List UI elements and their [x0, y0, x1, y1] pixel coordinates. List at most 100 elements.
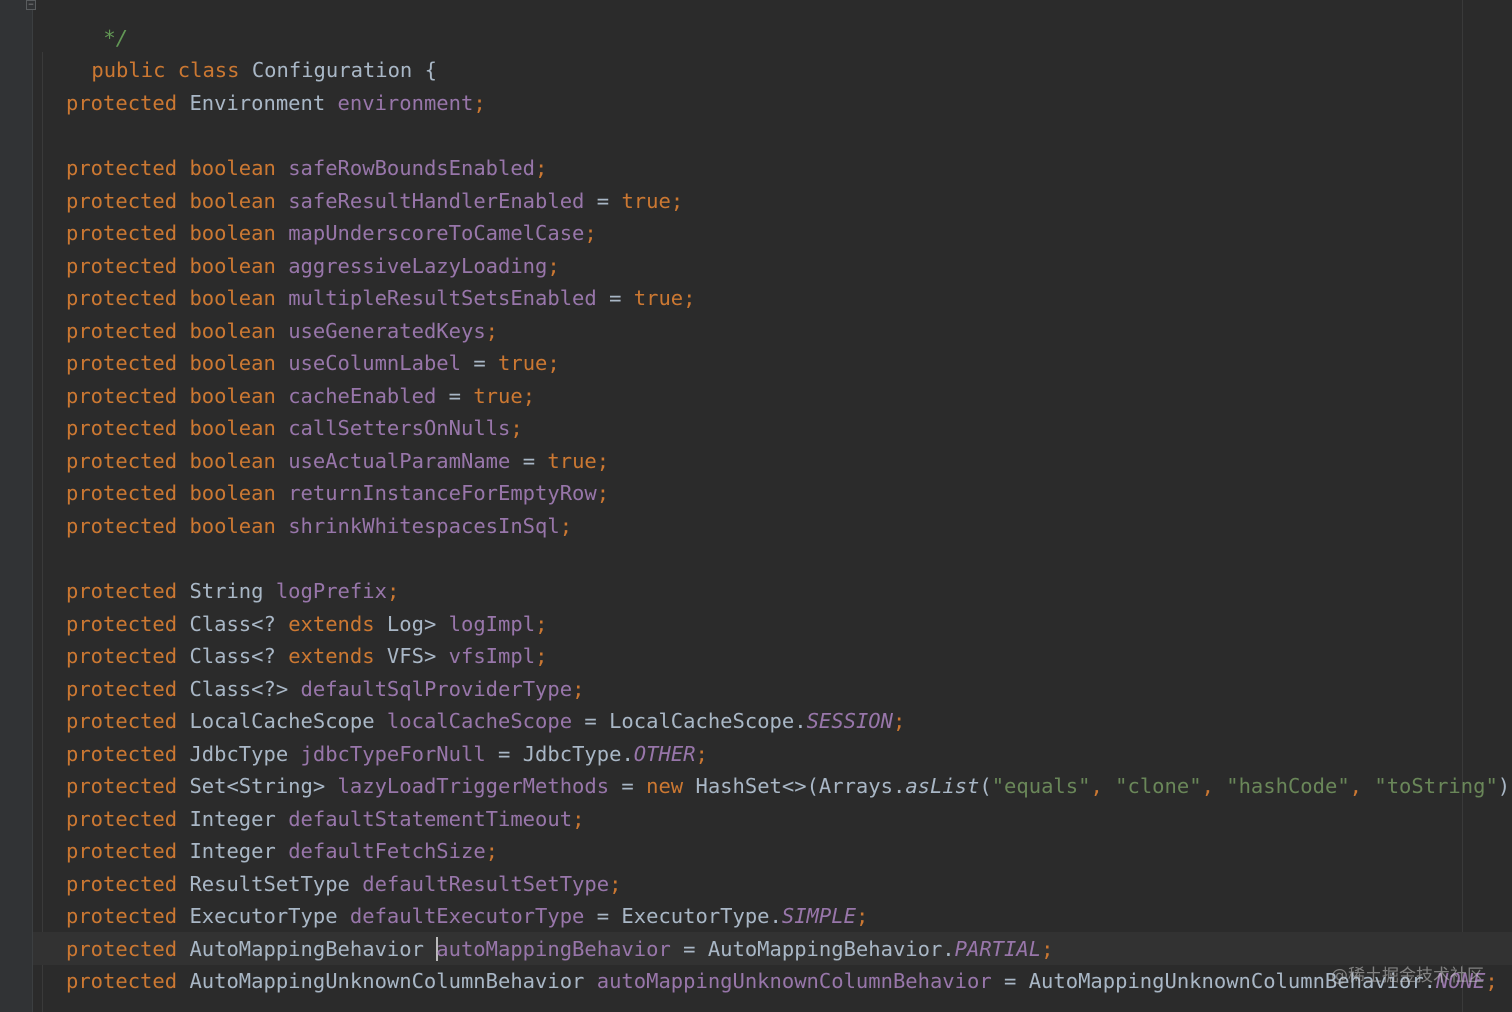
class-declaration-line[interactable]: public class Configuration { [42, 22, 437, 82]
field-type: Integer [189, 807, 276, 831]
field-name: useActualParamName [288, 449, 511, 473]
field-type: LocalCacheScope [189, 709, 375, 733]
code-editor[interactable]: − */ public class Configuration { protec… [0, 0, 1512, 1012]
code-line[interactable]: protected boolean safeRowBoundsEnabled; [66, 152, 547, 184]
editor-gutter[interactable]: − [0, 0, 36, 1012]
modifier-keyword: protected [66, 156, 178, 180]
modifier-keyword: protected [66, 514, 178, 538]
modifier-keyword: protected [66, 677, 178, 701]
field-type: Set<String> [189, 774, 326, 798]
enum-class: JdbcType. [522, 742, 634, 766]
watermark: @稀土掘金技术社区 [1331, 966, 1484, 986]
code-line[interactable]: protected boolean useGeneratedKeys; [66, 315, 498, 347]
field-type: Class<? [189, 612, 289, 636]
modifier-keyword: protected [66, 904, 178, 928]
code-line[interactable]: protected boolean useColumnLabel = true; [66, 347, 560, 379]
modifier-keyword: protected [66, 644, 178, 668]
class-modifiers: public class [91, 58, 240, 82]
field-value: true [547, 449, 597, 473]
field-type: boolean [189, 481, 276, 505]
field-name: mapUnderscoreToCamelCase [288, 221, 585, 245]
string-literal: "hashCode" [1226, 774, 1350, 798]
field-name: logPrefix [275, 579, 387, 603]
modifier-keyword: protected [66, 221, 178, 245]
code-line[interactable]: protected boolean useActualParamName = t… [66, 445, 609, 477]
code-line[interactable]: protected ResultSetType defaultResultSet… [66, 868, 621, 900]
code-line[interactable]: protected boolean multipleResultSetsEnab… [66, 282, 696, 314]
field-type: boolean [189, 189, 276, 213]
modifier-keyword: protected [66, 286, 178, 310]
modifier-keyword: protected [66, 774, 178, 798]
code-line[interactable]: protected Integer defaultStatementTimeou… [66, 803, 584, 835]
modifier-keyword: protected [66, 709, 178, 733]
field-name: aggressiveLazyLoading [288, 254, 548, 278]
field-type: boolean [189, 221, 276, 245]
field-type: AutoMappingBehavior [189, 937, 424, 961]
field-value: true [633, 286, 684, 310]
code-line[interactable]: protected Set<String> lazyLoadTriggerMet… [66, 770, 1512, 802]
code-line[interactable]: protected LocalCacheScope localCacheScop… [66, 705, 905, 737]
field-name: defaultStatementTimeout [288, 807, 573, 831]
code-line[interactable]: protected boolean mapUnderscoreToCamelCa… [66, 217, 597, 249]
modifier-keyword: protected [66, 481, 178, 505]
code-line[interactable]: protected boolean safeResultHandlerEnabl… [66, 185, 683, 217]
code-line[interactable]: protected boolean shrinkWhitespacesInSql… [66, 510, 572, 542]
method-call: asList [905, 774, 980, 798]
right-margin-guide [1462, 0, 1463, 1012]
field-type: Environment [189, 91, 326, 115]
code-line[interactable]: protected Class<? extends Log> logImpl; [66, 608, 547, 640]
code-line[interactable]: protected Class<?> defaultSqlProviderTyp… [66, 673, 584, 705]
field-type: ExecutorType [189, 904, 338, 928]
enum-constant: PARTIAL [954, 937, 1042, 961]
code-line[interactable]: protected Integer defaultFetchSize; [66, 835, 498, 867]
field-type: String [189, 579, 264, 603]
modifier-keyword: protected [66, 351, 178, 375]
enum-constant: SESSION [806, 709, 893, 733]
modifier-keyword: protected [66, 742, 178, 766]
code-line[interactable]: protected Environment environment; [66, 87, 486, 119]
close-parens: )) [1497, 774, 1512, 798]
code-line[interactable]: protected boolean cacheEnabled = true; [66, 380, 535, 412]
modifier-keyword: protected [66, 807, 178, 831]
code-line[interactable]: protected boolean returnInstanceForEmpty… [66, 477, 609, 509]
field-type: boolean [189, 514, 276, 538]
code-line[interactable]: protected boolean aggressiveLazyLoading; [66, 250, 560, 282]
field-name: autoMappingUnknownColumnBehavior [596, 969, 992, 993]
field-name: useGeneratedKeys [288, 319, 486, 343]
modifier-keyword: protected [66, 872, 178, 896]
field-type: JdbcType [189, 742, 289, 766]
modifier-keyword: protected [66, 937, 178, 961]
field-name: safeRowBoundsEnabled [288, 156, 536, 180]
indent-guide [42, 52, 43, 1012]
class-name: Configuration [251, 58, 413, 82]
string-literal: "toString" [1374, 774, 1498, 798]
modifier-keyword: protected [66, 189, 178, 213]
field-value: true [473, 384, 523, 408]
field-name: defaultFetchSize [288, 839, 486, 863]
modifier-keyword: protected [66, 91, 178, 115]
code-line[interactable]: protected JdbcType jdbcTypeForNull = Jdb… [66, 738, 708, 770]
code-line[interactable]: protected boolean callSettersOnNulls; [66, 412, 523, 444]
code-line[interactable]: protected String logPrefix; [66, 575, 399, 607]
field-type: boolean [189, 384, 276, 408]
code-line[interactable]: protected ExecutorType defaultExecutorTy… [66, 900, 868, 932]
field-name: defaultExecutorType [349, 904, 585, 928]
field-name: localCacheScope [386, 709, 573, 733]
field-type: boolean [189, 351, 276, 375]
code-line[interactable]: protected Class<? extends VFS> vfsImpl; [66, 640, 547, 672]
code-line-current[interactable]: protected AutoMappingBehavior autoMappin… [66, 933, 1053, 965]
fold-collapse-icon[interactable]: − [26, 0, 36, 10]
code-line[interactable]: protected AutoMappingUnknownColumnBehavi… [66, 965, 1498, 997]
modifier-keyword: protected [66, 416, 178, 440]
field-name: safeResultHandlerEnabled [288, 189, 585, 213]
field-type: ResultSetType [189, 872, 350, 896]
field-type: boolean [189, 416, 276, 440]
field-value: true [498, 351, 548, 375]
field-name: callSettersOnNulls [288, 416, 511, 440]
constructor-call: HashSet<>(Arrays. [695, 774, 906, 798]
field-type: Class<?> [189, 677, 289, 701]
enum-constant: OTHER [633, 742, 696, 766]
field-name: logImpl [448, 612, 536, 636]
modifier-keyword: protected [66, 969, 178, 993]
comment-end-line[interactable]: */ [54, 0, 128, 50]
